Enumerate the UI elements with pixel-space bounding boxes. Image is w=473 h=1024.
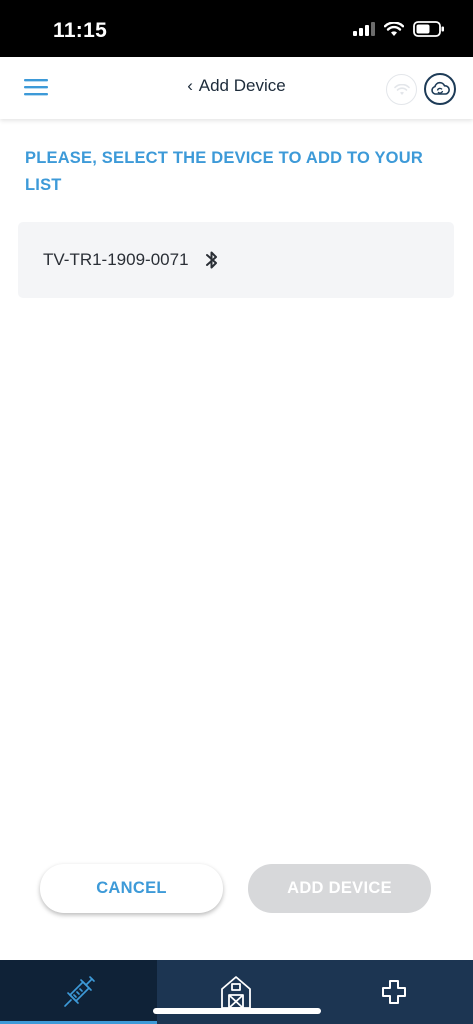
barn-icon xyxy=(221,976,251,1009)
tab-vaccination[interactable] xyxy=(0,960,157,1024)
status-bar: 11:15 xyxy=(0,0,473,57)
battery-icon xyxy=(413,21,445,42)
wifi-icon xyxy=(383,20,405,42)
device-name: TV-TR1-1909-0071 xyxy=(43,250,189,269)
wifi-status-badge xyxy=(386,74,417,105)
bottom-tab-bar xyxy=(0,960,473,1024)
signal-icon xyxy=(353,22,375,41)
app-header: ‹ Add Device xyxy=(0,57,473,119)
status-icons xyxy=(353,20,445,42)
device-list-item[interactable]: TV-TR1-1909-0071 xyxy=(18,222,454,298)
chevron-left-icon: ‹ xyxy=(187,76,193,95)
add-device-button[interactable]: ADD DEVICE xyxy=(248,864,431,913)
bluetooth-icon xyxy=(205,249,219,271)
add-device-screen: 11:15 ‹ Add Device PLEASE, SELECT THE DE… xyxy=(0,0,473,1024)
home-indicator[interactable] xyxy=(153,1008,321,1014)
medical-cross-icon xyxy=(382,980,406,1004)
syringe-icon xyxy=(63,976,95,1007)
cloud-sync-icon xyxy=(431,81,450,95)
status-time: 11:15 xyxy=(53,19,108,42)
cancel-button[interactable]: CANCEL xyxy=(40,864,223,913)
tab-health[interactable] xyxy=(315,960,473,1024)
instruction-text: PLEASE, SELECT THE DEVICE TO ADD TO YOUR… xyxy=(25,149,423,194)
cloud-sync-button[interactable] xyxy=(424,73,456,105)
header-title: Add Device xyxy=(198,76,286,95)
tab-farm[interactable] xyxy=(157,960,315,1024)
wifi-status-icon xyxy=(393,83,410,95)
